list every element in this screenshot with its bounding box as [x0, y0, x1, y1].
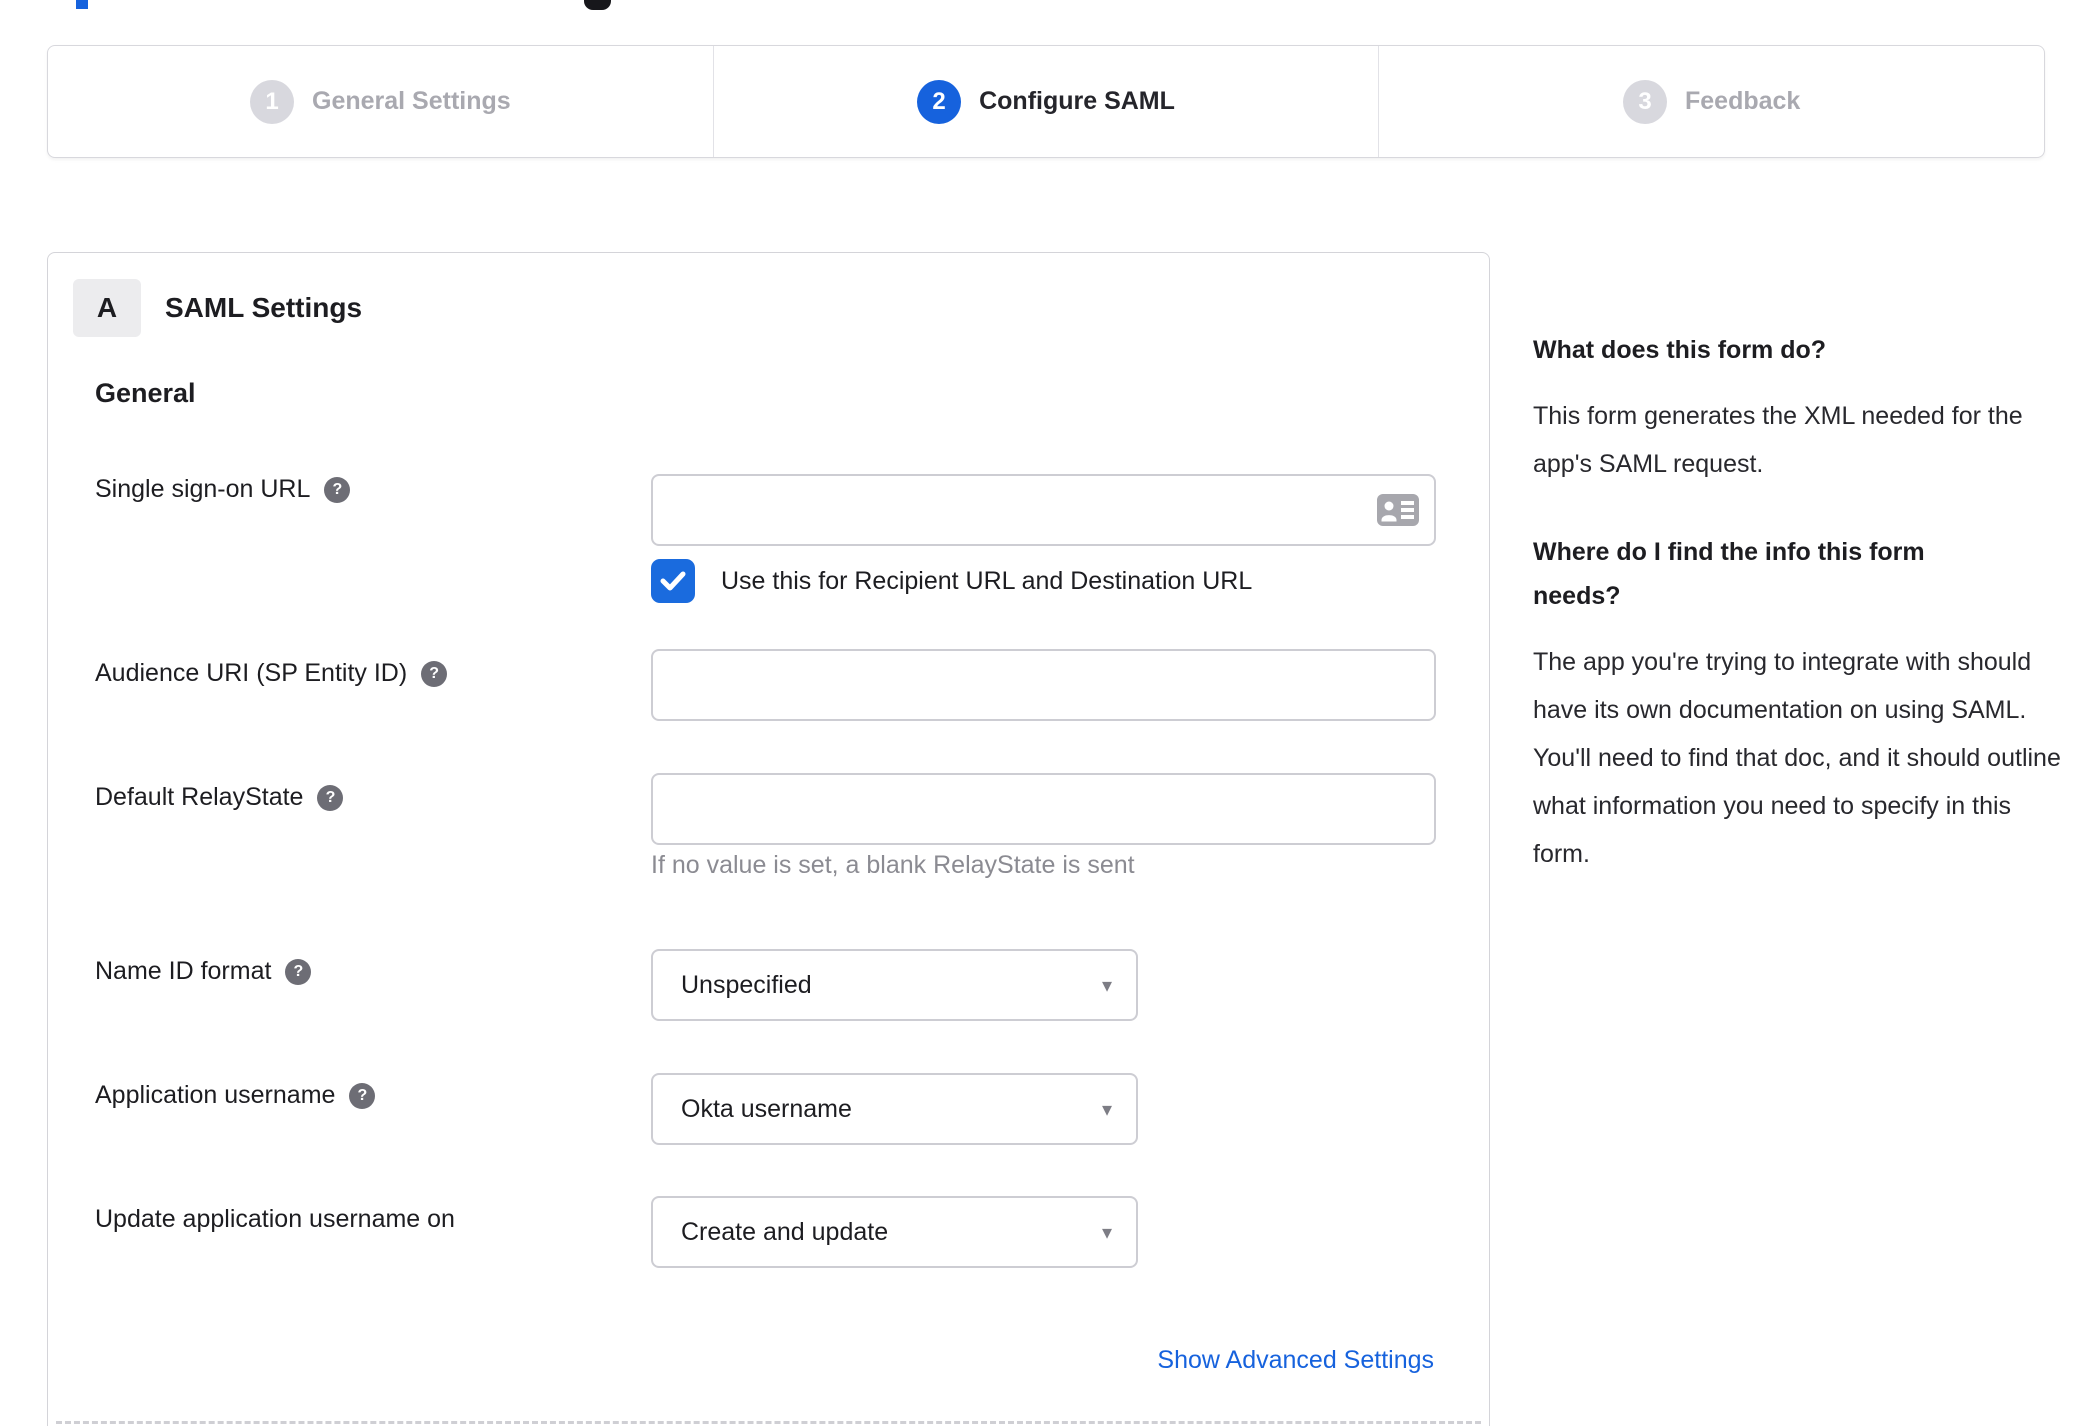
step-2-label: Configure SAML — [979, 87, 1175, 115]
update-application-username-value: Create and update — [681, 1217, 889, 1246]
step-1-label: General Settings — [312, 87, 511, 115]
relay-state-label-row: Default RelayState ? — [95, 783, 344, 812]
sso-url-input[interactable] — [651, 474, 1436, 546]
sso-url-help-icon[interactable]: ? — [324, 476, 351, 503]
section-a-badge: A — [73, 279, 141, 337]
update-application-username-select[interactable]: Create and update ▾ — [651, 1196, 1138, 1268]
recipient-url-checkbox[interactable] — [651, 559, 695, 603]
name-id-format-label: Name ID format — [95, 957, 272, 985]
saml-settings-panel: A SAML Settings General Single sign-on U… — [47, 252, 1490, 1426]
audience-uri-label: Audience URI (SP Entity ID) — [95, 659, 408, 687]
relay-state-hint: If no value is set, a blank RelayState i… — [651, 851, 1135, 879]
relay-state-help-icon[interactable]: ? — [317, 784, 344, 811]
help-panel: What does this form do? This form genera… — [1533, 328, 2063, 920]
section-dashed-divider — [56, 1421, 1481, 1424]
chevron-down-icon: ▾ — [1101, 974, 1112, 997]
application-username-select[interactable]: Okta username ▾ — [651, 1073, 1138, 1145]
chevron-down-icon: ▾ — [1101, 1221, 1112, 1244]
general-group-heading: General — [95, 378, 196, 408]
audience-uri-help-icon[interactable]: ? — [421, 660, 448, 687]
autofill-contact-card-icon[interactable] — [1376, 493, 1420, 527]
sso-url-label-row: Single sign-on URL ? — [95, 475, 351, 504]
sso-url-input-wrap — [651, 474, 1436, 546]
section-title: SAML Settings — [165, 292, 363, 323]
step-1-badge: 1 — [250, 79, 294, 124]
name-id-format-select[interactable]: Unspecified ▾ — [651, 949, 1138, 1021]
clipped-logo-fragment-icon — [584, 0, 611, 10]
name-id-format-value: Unspecified — [681, 970, 812, 999]
audience-uri-label-row: Audience URI (SP Entity ID) ? — [95, 659, 448, 688]
step-feedback[interactable]: 3 Feedback — [1378, 46, 2044, 157]
step-3-badge: 3 — [1623, 79, 1667, 124]
name-id-format-help-icon[interactable]: ? — [285, 958, 312, 985]
help-body-what: This form generates the XML needed for t… — [1533, 402, 2023, 478]
chevron-down-icon: ▾ — [1101, 1098, 1112, 1121]
clipped-header-fragment-icon — [76, 0, 88, 9]
step-2-badge: 2 — [917, 79, 962, 124]
relay-state-label: Default RelayState — [95, 783, 304, 811]
step-3-label: Feedback — [1685, 87, 1801, 115]
update-application-username-label: Update application username on — [95, 1205, 455, 1233]
update-application-username-label-row: Update application username on — [95, 1205, 455, 1234]
sso-url-label: Single sign-on URL — [95, 475, 311, 503]
recipient-url-checkbox-label: Use this for Recipient URL and Destinati… — [721, 566, 1253, 595]
step-general-settings[interactable]: 1 General Settings — [48, 46, 713, 157]
configure-saml-page: 1 General Settings 2 Configure SAML 3 Fe… — [0, 0, 2092, 1426]
wizard-stepper: 1 General Settings 2 Configure SAML 3 Fe… — [47, 45, 2045, 158]
help-heading-what: What does this form do? — [1533, 336, 1827, 364]
checkmark-icon — [660, 571, 686, 591]
application-username-help-icon[interactable]: ? — [349, 1082, 376, 1109]
relay-state-input[interactable] — [651, 773, 1436, 845]
help-body-where: The app you're trying to integrate with … — [1533, 648, 2061, 868]
application-username-value: Okta username — [681, 1094, 852, 1123]
step-configure-saml[interactable]: 2 Configure SAML — [712, 46, 1379, 157]
help-heading-where: Where do I find the info this form needs… — [1533, 538, 1925, 610]
application-username-label-row: Application username ? — [95, 1081, 376, 1110]
show-advanced-settings-link[interactable]: Show Advanced Settings — [1157, 1346, 1434, 1375]
application-username-label: Application username — [95, 1081, 336, 1109]
recipient-url-checkbox-row: Use this for Recipient URL and Destinati… — [651, 559, 1252, 603]
audience-uri-input[interactable] — [651, 649, 1436, 721]
name-id-format-label-row: Name ID format ? — [95, 957, 312, 986]
